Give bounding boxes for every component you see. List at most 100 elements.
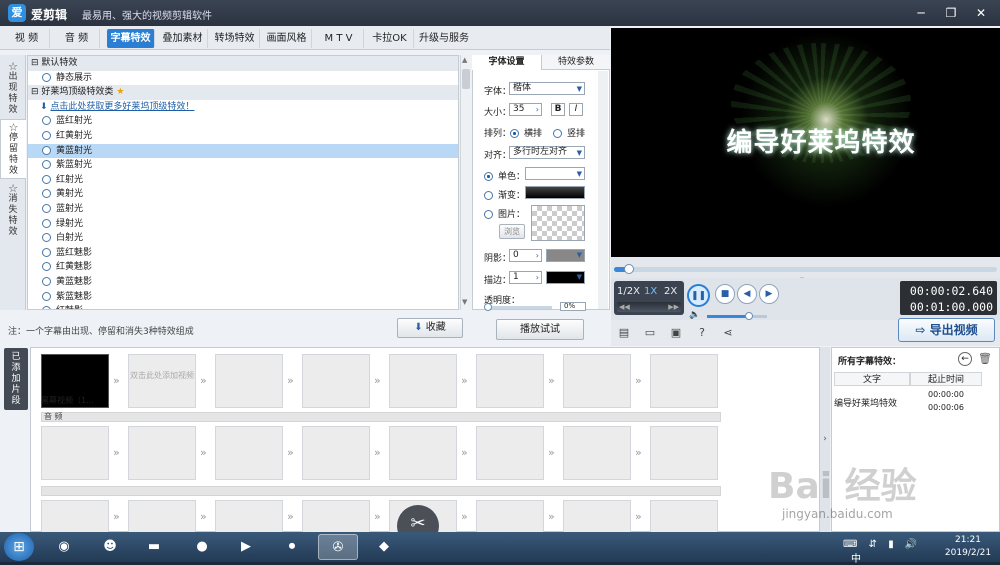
tab-karaoke[interactable]: 卡拉OK: [366, 29, 414, 48]
speed-half[interactable]: 1/2X: [617, 286, 640, 297]
timeline-slot[interactable]: [302, 426, 370, 480]
step-forward-icon[interactable]: ▶▶: [668, 302, 679, 312]
image-option[interactable]: 图片：: [484, 207, 525, 220]
shadow-input[interactable]: 0 ›: [509, 249, 542, 262]
effect-item[interactable]: 黄蓝魅影: [28, 275, 458, 290]
effect-item[interactable]: 红射光: [28, 173, 458, 188]
aijianji-taskbar-icon[interactable]: ✇: [318, 534, 358, 560]
folder-icon[interactable]: ▬: [134, 534, 174, 560]
timeline-slot[interactable]: [302, 354, 370, 408]
speed-1x[interactable]: 1X: [644, 286, 657, 297]
solid-color-option[interactable]: 单色：: [484, 169, 525, 182]
font-select[interactable]: 楷体: [509, 82, 585, 95]
tab-mtv[interactable]: M T V: [314, 29, 364, 48]
keyboard-icon[interactable]: ⌨: [843, 539, 857, 550]
timeline-slot[interactable]: [302, 500, 370, 534]
stroke-color-picker[interactable]: [546, 271, 585, 284]
effect-item[interactable]: 绿射光: [28, 217, 458, 232]
group-hollywood[interactable]: ⊟ 好莱坞顶级特效类 ★: [28, 85, 458, 100]
tab-picture-style[interactable]: 画面风格: [262, 29, 312, 48]
share-icon[interactable]: ⋖: [721, 326, 735, 340]
promo-link-row[interactable]: ⬇ 点击此处获取更多好莱坞顶级特效！: [28, 100, 458, 115]
tab-overlay-material[interactable]: 叠加素材: [158, 29, 208, 48]
bold-button[interactable]: B: [551, 103, 565, 116]
tab-effect-params[interactable]: 特效参数: [542, 55, 610, 70]
volume-icon[interactable]: 🔈: [689, 310, 700, 320]
pause-button[interactable]: ❚❚: [687, 284, 710, 307]
timeline-slot[interactable]: [563, 500, 631, 534]
timeline-slot[interactable]: [650, 354, 718, 408]
stroke-input[interactable]: 1 ›: [509, 271, 542, 284]
back-icon[interactable]: ←: [958, 352, 972, 366]
scroll-thumb[interactable]: [462, 69, 470, 89]
windows-start-icon[interactable]: ⊞: [4, 533, 34, 561]
scroll-up-icon[interactable]: ▲: [462, 56, 467, 64]
timeline-slot[interactable]: [128, 426, 196, 480]
group-default[interactable]: ⊟ 默认特效: [28, 56, 458, 71]
effect-item[interactable]: 红黄魅影: [28, 260, 458, 275]
shadow-color-picker[interactable]: [546, 249, 585, 262]
layout-horizontal-option[interactable]: 横排: [510, 126, 542, 139]
restore-icon[interactable]: ❐: [940, 4, 962, 22]
network-icon[interactable]: ▮: [888, 539, 894, 550]
side-tab-stay[interactable]: ☆ 停留特效: [0, 119, 26, 179]
open-folder-icon[interactable]: ▭: [643, 326, 657, 340]
effect-item[interactable]: 蓝红魅影: [28, 246, 458, 261]
video-preview[interactable]: 编导好莱坞特效: [611, 28, 1000, 257]
timeline-slot[interactable]: [41, 426, 109, 480]
effect-item[interactable]: 红黄射光: [28, 129, 458, 144]
minimize-icon[interactable]: ─: [910, 4, 932, 22]
effect-item[interactable]: 白射光: [28, 231, 458, 246]
tab-transitions[interactable]: 转场特效: [210, 29, 260, 48]
stop-button[interactable]: ■: [715, 284, 735, 304]
close-icon[interactable]: ✕: [970, 4, 992, 22]
new-project-icon[interactable]: ▤: [617, 326, 631, 340]
prev-button[interactable]: ◀: [737, 284, 757, 304]
align-select[interactable]: 多行时左对齐: [509, 146, 585, 159]
firefox-icon[interactable]: ●: [182, 534, 222, 560]
volume-tray-icon[interactable]: 🔊: [905, 539, 917, 550]
next-button[interactable]: ▶: [759, 284, 779, 304]
frame-step-bar[interactable]: ◀◀ ▶▶: [617, 302, 681, 312]
timeline-slot[interactable]: [476, 426, 544, 480]
gradient-option[interactable]: 渐变：: [484, 188, 525, 201]
export-video-button[interactable]: ⇨ 导出视频: [898, 318, 995, 342]
effect-item[interactable]: 蓝红射光: [28, 114, 458, 129]
tab-font-settings[interactable]: 字体设置: [472, 55, 542, 70]
ime-icon[interactable]: 中: [851, 554, 861, 565]
effect-item[interactable]: 静态展示: [28, 71, 458, 86]
qq-icon[interactable]: ☻: [90, 534, 130, 560]
effect-item[interactable]: 红魅影: [28, 304, 458, 309]
added-clips-tab[interactable]: 已添加片段: [4, 348, 28, 410]
timeline-slot[interactable]: [476, 354, 544, 408]
solid-color-picker[interactable]: [525, 167, 585, 180]
side-tab-disappear[interactable]: ☆ 消失特效: [0, 181, 26, 241]
opacity-knob[interactable]: [484, 303, 492, 311]
effect-item[interactable]: 黄蓝射光: [28, 143, 458, 159]
media-player-icon[interactable]: ▶: [226, 534, 266, 560]
italic-button[interactable]: I: [569, 103, 583, 116]
gradient-picker[interactable]: [525, 186, 585, 199]
timeline-slot[interactable]: [215, 500, 283, 534]
effect-item[interactable]: 紫蓝射光: [28, 158, 458, 173]
record-icon[interactable]: ⏺: [272, 534, 312, 560]
effect-item[interactable]: 紫蓝魅影: [28, 290, 458, 305]
browse-button[interactable]: 浏览: [499, 224, 525, 239]
collect-button[interactable]: ⬇ 收藏: [397, 318, 463, 338]
trash-icon[interactable]: 🗑: [978, 352, 992, 365]
size-input[interactable]: 35 ›: [509, 103, 542, 116]
timeline-slot[interactable]: [476, 500, 544, 534]
timeline-slot[interactable]: [128, 500, 196, 534]
step-back-icon[interactable]: ◀◀: [617, 303, 630, 311]
effect-item[interactable]: 蓝射光: [28, 202, 458, 217]
timeline-slot[interactable]: [389, 354, 457, 408]
tab-video[interactable]: 视 频: [4, 29, 50, 48]
save-icon[interactable]: ▣: [669, 326, 683, 340]
timeline-slot[interactable]: [41, 500, 109, 534]
tab-audio[interactable]: 音 频: [54, 29, 100, 48]
font-panel-scrollbar[interactable]: [598, 71, 608, 309]
timeline-slot[interactable]: [650, 426, 718, 480]
opacity-value[interactable]: 0%: [560, 302, 586, 311]
subtitle-row-text[interactable]: 编导好莱坞特效: [834, 396, 897, 409]
volume-knob[interactable]: [745, 312, 753, 320]
